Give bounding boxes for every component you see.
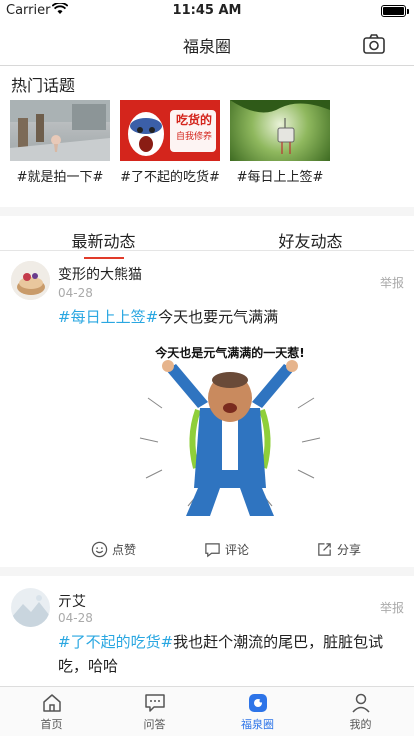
- topic-label: #每日上上签#: [236, 170, 324, 185]
- tab-label: 我的: [349, 718, 372, 731]
- topic-label: #了不起的吃货#: [120, 170, 220, 185]
- battery-icon: [381, 5, 406, 17]
- topic-label: #就是拍一下#: [16, 170, 104, 185]
- tab-home[interactable]: 首页: [0, 687, 103, 736]
- tab-friends[interactable]: 好友动态: [207, 228, 414, 252]
- like-button[interactable]: 点赞: [91, 538, 136, 560]
- like-label: 点赞: [112, 542, 137, 557]
- bottom-tab-bar: 首页 问答 福泉圈 我的: [0, 686, 414, 736]
- camera-icon[interactable]: [362, 32, 386, 56]
- post-image[interactable]: 今天也是元气满满的一天惹!: [128, 338, 332, 526]
- post-date: 04-28: [58, 611, 93, 625]
- topic-card-paizhao[interactable]: #就是拍一下#: [10, 100, 110, 185]
- tab-label: 福泉圈: [241, 718, 274, 731]
- clock: 11:45 AM: [172, 3, 242, 18]
- comment-icon: [205, 542, 220, 557]
- tab-fuquanquan[interactable]: 福泉圈: [206, 687, 309, 736]
- topic-thumb-subtext: 自我修养: [175, 132, 212, 142]
- tab-label: 问答: [143, 718, 166, 731]
- profile-icon: [351, 693, 370, 713]
- topic-thumbnail: [230, 100, 330, 161]
- hot-topics-list: #就是拍一下# 吃货的 自我修养 #了不起的吃货# #每日上上签#: [10, 100, 410, 185]
- share-button[interactable]: 分享: [316, 538, 361, 560]
- qa-icon: [144, 694, 165, 712]
- post-username[interactable]: 亓艾: [58, 591, 86, 611]
- post-hashtag[interactable]: #了不起的吃货#: [58, 633, 173, 651]
- post-hashtag[interactable]: #每日上上签#: [58, 308, 158, 326]
- topic-thumbnail: 吃货的 自我修养: [120, 100, 220, 161]
- feed-tabs: 最新动态 好友动态: [0, 207, 414, 259]
- smile-icon: [91, 541, 108, 557]
- tab-latest[interactable]: 最新动态: [0, 228, 207, 252]
- hot-topics-title: 热门话题: [11, 76, 76, 95]
- post-actions: 点赞 评论 分享: [0, 538, 414, 560]
- nav-bar: 福泉圈: [0, 22, 414, 66]
- tab-profile[interactable]: 我的: [309, 687, 412, 736]
- topic-card-chihuo[interactable]: 吃货的 自我修养 #了不起的吃货#: [120, 100, 220, 185]
- post-username[interactable]: 变形的大熊猫: [58, 264, 142, 284]
- circle-icon: [248, 694, 267, 712]
- report-button[interactable]: 举报: [380, 599, 404, 616]
- topic-thumbnail: [10, 100, 110, 161]
- avatar[interactable]: [11, 261, 50, 300]
- topic-card-shangshangqian[interactable]: #每日上上签#: [230, 100, 330, 185]
- tab-qa[interactable]: 问答: [103, 687, 206, 736]
- report-button[interactable]: 举报: [380, 274, 404, 291]
- status-bar: Carrier 11:45 AM: [0, 0, 414, 22]
- tab-label: 首页: [40, 718, 63, 731]
- topic-thumb-text: 吃货的: [175, 113, 212, 127]
- active-tab-indicator: [84, 257, 124, 259]
- avatar[interactable]: [11, 588, 50, 627]
- post-separator: [0, 567, 414, 576]
- page-title: 福泉圈: [182, 37, 231, 56]
- home-icon: [42, 694, 61, 712]
- share-label: 分享: [337, 542, 362, 557]
- post-date: 04-28: [58, 286, 93, 300]
- share-icon: [318, 542, 331, 556]
- post-body: 今天也要元气满满: [158, 308, 279, 326]
- post-text: #了不起的吃货#我也赶个潮流的尾巴，脏脏包试吃，哈哈: [58, 630, 394, 678]
- comment-label: 评论: [225, 542, 250, 557]
- comment-button[interactable]: 评论: [204, 538, 249, 560]
- post-text: #每日上上签#今天也要元气满满: [58, 305, 394, 329]
